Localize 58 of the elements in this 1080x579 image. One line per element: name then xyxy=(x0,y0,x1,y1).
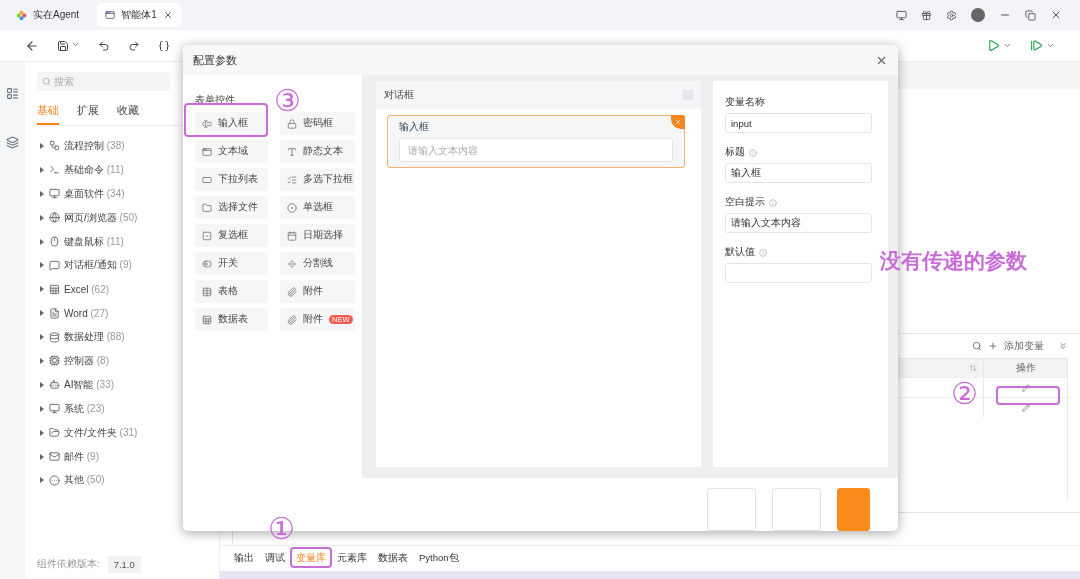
control-item[interactable]: 多选下拉框 xyxy=(280,168,355,191)
control-item[interactable]: 开关 xyxy=(195,252,268,275)
control-item[interactable]: 复选框 xyxy=(195,224,268,247)
control-item[interactable]: 数据表 xyxy=(195,308,268,331)
tree-item[interactable]: 流程控制 (38) xyxy=(64,138,125,153)
tree-item[interactable]: 邮件 (9) xyxy=(64,449,99,464)
tree-item[interactable]: 文件/文件夹 (31) xyxy=(64,425,138,440)
tree-item[interactable]: 对话框/通知 (9) xyxy=(64,258,132,273)
control-item[interactable]: 日期选择 xyxy=(280,224,355,247)
app-tab[interactable]: 实在Agent xyxy=(8,3,88,27)
version-label: 组件依赖版本: xyxy=(37,557,100,571)
control-item[interactable]: 表格 xyxy=(195,280,268,303)
tree-item[interactable]: 键盘鼠标 (11) xyxy=(64,234,124,249)
panel-tab[interactable]: Python包 xyxy=(419,550,459,568)
panel-tab[interactable]: 输出 xyxy=(234,550,254,568)
dialog-title: 配置参数 xyxy=(193,52,237,68)
panel-tab[interactable]: 数据表 xyxy=(378,550,408,568)
add-variable-button[interactable]: 添加变量 xyxy=(1004,339,1044,353)
tree-item[interactable]: 控制器 (8) xyxy=(64,353,109,368)
control-item[interactable]: 输入框 xyxy=(195,112,268,135)
step-marker: ② xyxy=(951,379,978,409)
field-label: 输入框 xyxy=(399,121,430,134)
property-label: 变量名称 xyxy=(725,96,765,109)
input-field[interactable]: 请输入文本内容 xyxy=(399,138,673,162)
panel-tab[interactable]: 元素库 xyxy=(337,550,367,568)
control-item[interactable]: 选择文件 xyxy=(195,196,268,219)
annotation-text: 没有传递的参数 xyxy=(880,248,1027,274)
input-field[interactable]: 输入框 xyxy=(725,163,872,183)
property-label: 默认值 xyxy=(725,246,755,259)
app-tab[interactable]: 智能体1 xyxy=(97,3,181,27)
column-header: 操作 xyxy=(1015,361,1036,375)
tree-item[interactable]: Excel (62) xyxy=(64,283,110,295)
category-tab[interactable]: 收藏 xyxy=(117,98,139,125)
version-tag: 7.1.0 xyxy=(107,555,141,573)
tree-item[interactable]: 系统 (23) xyxy=(64,401,105,416)
control-item[interactable]: 附件 xyxy=(280,280,355,303)
control-item[interactable]: 文本域 xyxy=(195,140,268,163)
control-item[interactable]: 下拉列表 xyxy=(195,168,268,191)
property-label: 标题 xyxy=(725,146,745,159)
tree-item[interactable]: AI智能 (33) xyxy=(64,377,115,392)
tree-item[interactable]: 网页/浏览器 (50) xyxy=(64,210,138,225)
control-item[interactable]: 分割线 xyxy=(280,252,355,275)
panel-tab[interactable]: 调试 xyxy=(265,550,285,568)
control-item[interactable]: 密码框 xyxy=(280,112,355,135)
tree-item[interactable]: Word (27) xyxy=(64,307,109,319)
control-item[interactable]: 单选框 xyxy=(280,196,355,219)
canvas-title: 对话框 xyxy=(384,88,414,102)
step-marker: ① xyxy=(268,514,295,544)
category-tab[interactable]: 扩展 xyxy=(77,98,99,125)
input-field[interactable]: input xyxy=(725,113,872,133)
property-label: 空白提示 xyxy=(725,196,765,209)
tree-item[interactable]: 数据处理 (88) xyxy=(64,330,125,345)
control-item[interactable]: 静态文本 xyxy=(280,140,355,163)
input-field[interactable]: 请输入文本内容 xyxy=(725,213,872,233)
tree-item[interactable]: 桌面软件 (34) xyxy=(64,186,125,201)
tree-item[interactable]: 其他 (50) xyxy=(64,473,105,488)
form-field-card[interactable]: 输入框 请输入文本内容 xyxy=(387,115,685,168)
tree-item[interactable]: 基础命令 (11) xyxy=(64,162,124,177)
